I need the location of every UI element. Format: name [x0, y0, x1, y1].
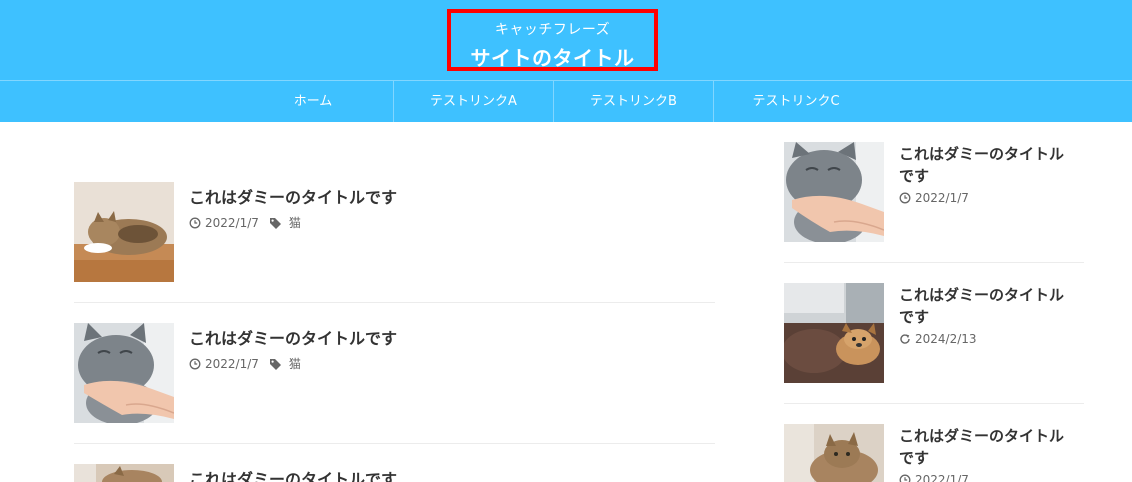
- post-date: 2022/1/7: [205, 215, 259, 230]
- post-thumbnail[interactable]: [74, 182, 174, 282]
- post-divider: [74, 302, 715, 303]
- sidebar-divider: [784, 403, 1084, 404]
- sidebar-item-title[interactable]: これはダミーのタイトルです: [899, 425, 1069, 469]
- post-title[interactable]: これはダミーのタイトルです: [189, 184, 397, 208]
- nav-item-test-link-b[interactable]: テストリンクB: [553, 81, 713, 122]
- clock-icon: [189, 358, 201, 370]
- sidebar-item-meta: 2024/2/13: [899, 332, 977, 346]
- post-title[interactable]: これはダミーのタイトルです: [189, 325, 397, 349]
- site-header: キャッチフレーズ サイトのタイトル ホーム テストリンクA テストリンクB テス…: [0, 0, 1132, 122]
- sidebar-thumbnail[interactable]: [784, 142, 884, 242]
- sidebar-thumbnail[interactable]: [784, 424, 884, 482]
- post-meta: 2022/1/7 猫: [189, 214, 301, 231]
- refresh-icon: [899, 333, 911, 345]
- sidebar-item-title[interactable]: これはダミーのタイトルです: [899, 284, 1069, 328]
- site-title[interactable]: サイトのタイトル: [451, 42, 654, 71]
- sidebar-divider: [784, 262, 1084, 263]
- post-thumbnail[interactable]: [74, 323, 174, 423]
- post-thumbnail[interactable]: [74, 464, 174, 482]
- global-nav: ホーム テストリンクA テストリンクB テストリンクC: [0, 80, 1132, 122]
- sidebar-item-meta: 2022/1/7: [899, 191, 969, 205]
- post-category[interactable]: 猫: [289, 214, 301, 231]
- tag-icon: [269, 358, 282, 370]
- post-divider: [74, 443, 715, 444]
- nav-item-test-link-c[interactable]: テストリンクC: [713, 81, 878, 122]
- clock-icon: [899, 474, 911, 482]
- site-catchphrase: キャッチフレーズ: [494, 22, 611, 38]
- sidebar-item-date: 2022/1/7: [915, 473, 969, 482]
- sidebar-item-meta: 2022/1/7: [899, 473, 969, 482]
- nav-item-home[interactable]: ホーム: [233, 81, 393, 122]
- clock-icon: [189, 217, 201, 229]
- post-category[interactable]: 猫: [289, 355, 301, 372]
- post-meta: 2022/1/7 猫: [189, 355, 301, 372]
- nav-item-test-link-a[interactable]: テストリンクA: [393, 81, 553, 122]
- site-branding-highlight[interactable]: キャッチフレーズ サイトのタイトル: [447, 9, 658, 71]
- sidebar-item-date: 2024/2/13: [915, 332, 977, 346]
- sidebar-item-date: 2022/1/7: [915, 191, 969, 205]
- sidebar-thumbnail[interactable]: [784, 283, 884, 383]
- clock-icon: [899, 192, 911, 204]
- sidebar-item-title[interactable]: これはダミーのタイトルです: [899, 143, 1069, 187]
- tag-icon: [269, 217, 282, 229]
- post-date: 2022/1/7: [205, 356, 259, 371]
- post-title[interactable]: これはダミーのタイトルです: [189, 466, 397, 482]
